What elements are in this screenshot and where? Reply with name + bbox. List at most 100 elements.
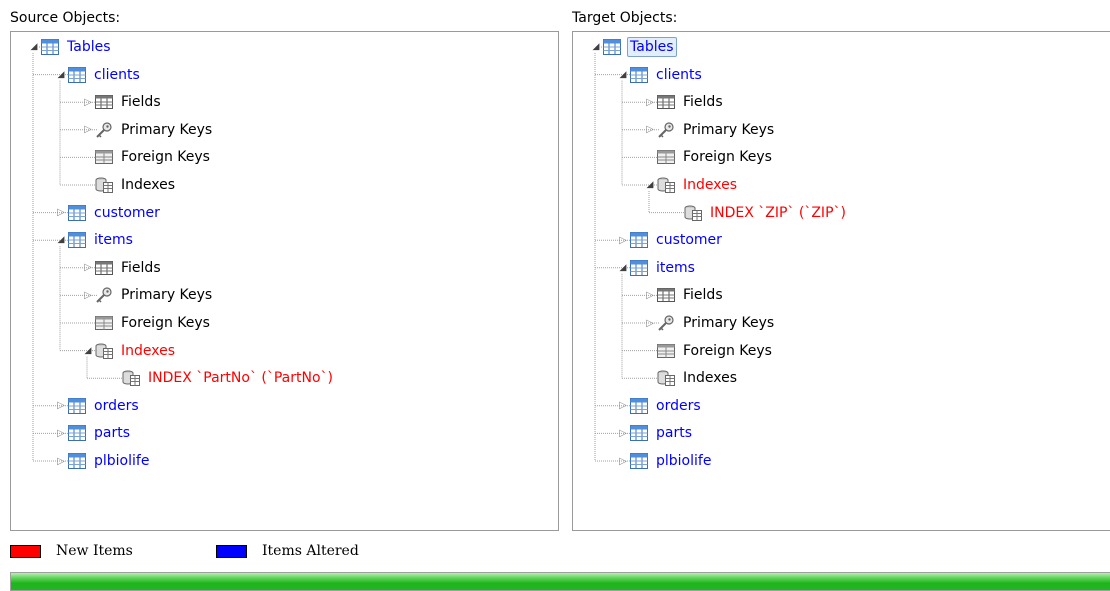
tree-node-clients[interactable]: ◢ clients (618, 63, 704, 87)
tree-node-indexes[interactable]: Indexes (83, 173, 177, 197)
expand-arrow-icon[interactable]: ▷ (56, 400, 66, 412)
tree-node-foreign-keys[interactable]: Foreign Keys (645, 339, 774, 363)
tree-node-primary-keys[interactable]: ▷ Primary Keys (83, 283, 214, 307)
foreign-keys-icon (657, 343, 675, 359)
tree-node-indexes[interactable]: ◢ Indexes (83, 339, 177, 363)
tree-node-index-zip-zip[interactable]: INDEX `ZIP` (`ZIP`) (672, 201, 848, 225)
collapse-arrow-icon[interactable]: ◢ (618, 262, 628, 274)
expand-arrow-icon[interactable]: ▷ (56, 427, 66, 439)
tree-node-label: Fields (121, 259, 161, 276)
tree-node-fields[interactable]: ▷ Fields (645, 283, 725, 307)
collapse-arrow-icon[interactable]: ◢ (591, 41, 601, 53)
expand-arrow-icon[interactable]: ▷ (618, 234, 628, 246)
source-objects-tree[interactable]: ◢ Tables ◢ clients ▷ Fields ▷ Primary Keys Forei… (10, 31, 559, 531)
tree-node-label: Foreign Keys (683, 149, 772, 166)
index-icon (122, 370, 140, 387)
expand-arrow-icon[interactable]: ▷ (645, 96, 655, 108)
fields-icon (657, 94, 675, 110)
expand-arrow-icon[interactable]: ▷ (645, 317, 655, 329)
tree-node-label: customer (656, 232, 722, 249)
expand-arrow-icon[interactable]: ▷ (83, 96, 93, 108)
tree-node-parts[interactable]: ▷ parts (618, 421, 694, 445)
tree-node-label: Primary Keys (121, 121, 213, 138)
tree-node-plbiolife[interactable]: ▷ plbiolife (618, 449, 713, 473)
tree-node-label: plbiolife (94, 453, 150, 469)
foreign-keys-icon (657, 149, 675, 165)
tree-node-foreign-keys[interactable]: Foreign Keys (645, 145, 774, 169)
expand-arrow-icon[interactable]: ▷ (618, 400, 628, 412)
table-icon (603, 39, 621, 55)
expand-arrow-icon[interactable]: ▷ (83, 262, 93, 274)
tree-node-items[interactable]: ◢ items (618, 256, 697, 280)
tree-node-fields[interactable]: ▷ Fields (645, 90, 725, 114)
table-icon (68, 66, 86, 83)
new-items-swatch (10, 544, 41, 558)
tree-node-indexes[interactable]: Indexes (645, 366, 739, 390)
expand-arrow-icon[interactable]: ▷ (645, 124, 655, 136)
table-icon (68, 453, 86, 469)
tree-node-foreign-keys[interactable]: Foreign Keys (83, 311, 212, 335)
tree-node-orders[interactable]: ▷ orders (56, 394, 141, 418)
tree-node-label: Indexes (121, 177, 176, 193)
tree-node-tables[interactable]: ◢ Tables (591, 35, 677, 59)
tree-node-tables[interactable]: ◢ Tables (29, 35, 113, 59)
target-objects-tree[interactable]: ◢ Tables ◢ clients ▷ Fields ▷ Primary Keys Forei… (572, 31, 1110, 531)
tree-node-label: INDEX `PartNo` (`PartNo`) (148, 370, 333, 387)
tree-node-label: Indexes (121, 342, 176, 359)
tree-node-foreign-keys[interactable]: Foreign Keys (83, 145, 212, 169)
expand-arrow-icon[interactable]: ▷ (83, 124, 93, 136)
tree-node-customer[interactable]: ▷ customer (56, 201, 162, 225)
tree-node-items[interactable]: ◢ items (56, 228, 135, 252)
items-altered-label: Items Altered (262, 543, 359, 559)
expand-arrow-icon[interactable]: ▷ (645, 289, 655, 301)
tree-node-clients[interactable]: ◢ clients (56, 63, 142, 87)
tree-node-label: plbiolife (656, 453, 712, 469)
tree-node-index-partno-partno[interactable]: INDEX `PartNo` (`PartNo`) (110, 366, 335, 390)
fields-icon (95, 94, 113, 110)
expand-arrow-icon[interactable]: ▷ (618, 455, 628, 467)
expand-arrow-icon[interactable]: ▷ (83, 289, 93, 301)
target-objects-label: Target Objects: (572, 10, 678, 26)
table-icon (630, 259, 648, 276)
expand-arrow-icon[interactable]: ▷ (56, 455, 66, 467)
collapse-arrow-icon[interactable]: ◢ (618, 69, 628, 81)
tree-node-parts[interactable]: ▷ parts (56, 421, 132, 445)
tree-node-fields[interactable]: ▷ Fields (83, 256, 163, 280)
collapse-arrow-icon[interactable]: ◢ (83, 345, 93, 357)
legend-new-items: New Items (10, 543, 133, 559)
tree-node-label: Foreign Keys (121, 315, 210, 331)
index-icon (657, 177, 675, 193)
collapse-arrow-icon[interactable]: ◢ (645, 179, 655, 191)
tree-node-primary-keys[interactable]: ▷ Primary Keys (645, 311, 776, 335)
table-icon (68, 425, 86, 442)
tree-node-label: items (94, 232, 133, 249)
tree-node-label: Fields (683, 287, 723, 304)
legend-items-altered: Items Altered (216, 543, 359, 559)
collapse-arrow-icon[interactable]: ◢ (56, 69, 66, 81)
tree-node-primary-keys[interactable]: ▷ Primary Keys (83, 118, 214, 142)
expand-arrow-icon[interactable]: ▷ (56, 207, 66, 219)
tree-node-fields[interactable]: ▷ Fields (83, 90, 163, 114)
tree-node-indexes[interactable]: ◢ Indexes (645, 173, 739, 197)
tree-node-orders[interactable]: ▷ orders (618, 394, 703, 418)
expand-arrow-icon[interactable]: ▷ (618, 427, 628, 439)
tree-node-plbiolife[interactable]: ▷ plbiolife (56, 449, 151, 473)
tree-node-label: clients (656, 66, 702, 83)
progress-fill (11, 573, 1110, 590)
index-icon (657, 370, 675, 387)
table-icon (630, 66, 648, 83)
tree-node-customer[interactable]: ▷ customer (618, 228, 724, 252)
table-icon (68, 397, 86, 414)
tree-node-label: parts (94, 425, 131, 442)
tree-node-label: Tables (67, 39, 111, 55)
collapse-arrow-icon[interactable]: ◢ (56, 234, 66, 246)
tree-node-label: items (656, 259, 695, 276)
collapse-arrow-icon[interactable]: ◢ (29, 41, 39, 53)
tree-node-primary-keys[interactable]: ▷ Primary Keys (645, 118, 776, 142)
fields-icon (95, 260, 113, 276)
